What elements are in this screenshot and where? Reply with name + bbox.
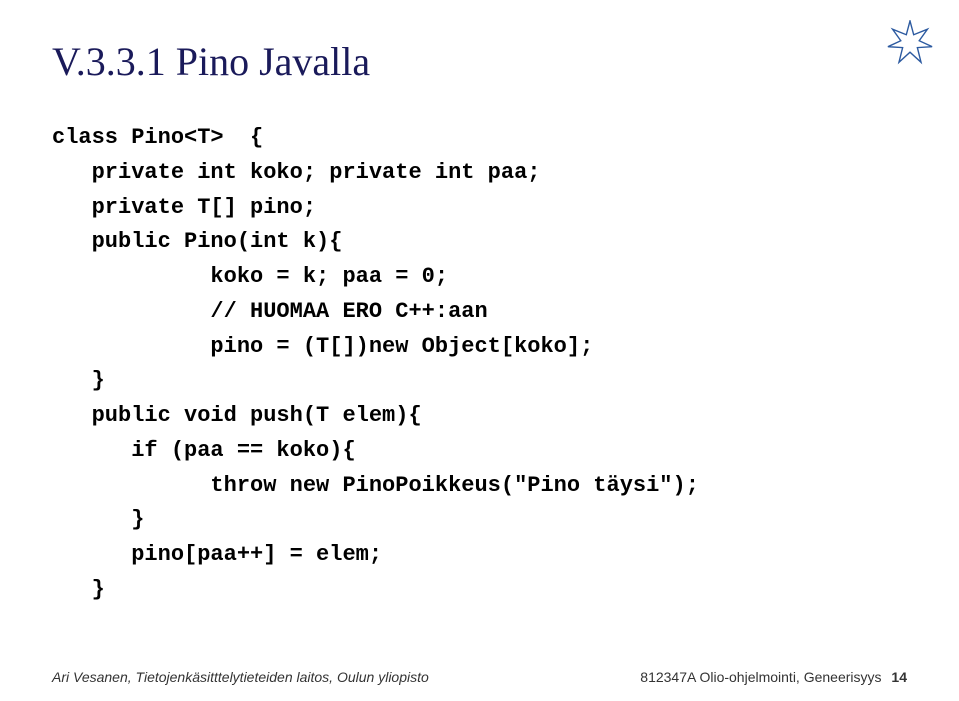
footer-author: Ari Vesanen, Tietojenkäsitttelytieteiden… [52, 669, 429, 685]
code-line: } [52, 503, 907, 538]
code-line: pino = (T[])new Object[koko]; [52, 330, 907, 365]
footer-course: 812347A Olio-ohjelmointi, Geneerisyys 14 [640, 669, 907, 685]
slide: V.3.3.1 Pino Javalla class Pino<T> { pri… [0, 0, 959, 701]
code-line: pino[paa++] = elem; [52, 538, 907, 573]
code-line: class Pino<T> { [52, 121, 907, 156]
footer-course-text: 812347A Olio-ohjelmointi, Geneerisyys [640, 669, 881, 685]
code-line: private T[] pino; [52, 191, 907, 226]
slide-title: V.3.3.1 Pino Javalla [52, 38, 907, 85]
code-block: class Pino<T> { private int koko; privat… [52, 121, 907, 608]
footer: Ari Vesanen, Tietojenkäsitttelytieteiden… [0, 669, 959, 685]
code-line: if (paa == koko){ [52, 434, 907, 469]
code-line: } [52, 364, 907, 399]
star-icon [887, 20, 933, 66]
code-line: private int koko; private int paa; [52, 156, 907, 191]
code-line: throw new PinoPoikkeus("Pino täysi"); [52, 469, 907, 504]
page-number: 14 [891, 669, 907, 685]
code-line: koko = k; paa = 0; [52, 260, 907, 295]
code-line: public Pino(int k){ [52, 225, 907, 260]
code-line: public void push(T elem){ [52, 399, 907, 434]
code-line: // HUOMAA ERO C++:aan [52, 295, 907, 330]
code-line: } [52, 573, 907, 608]
